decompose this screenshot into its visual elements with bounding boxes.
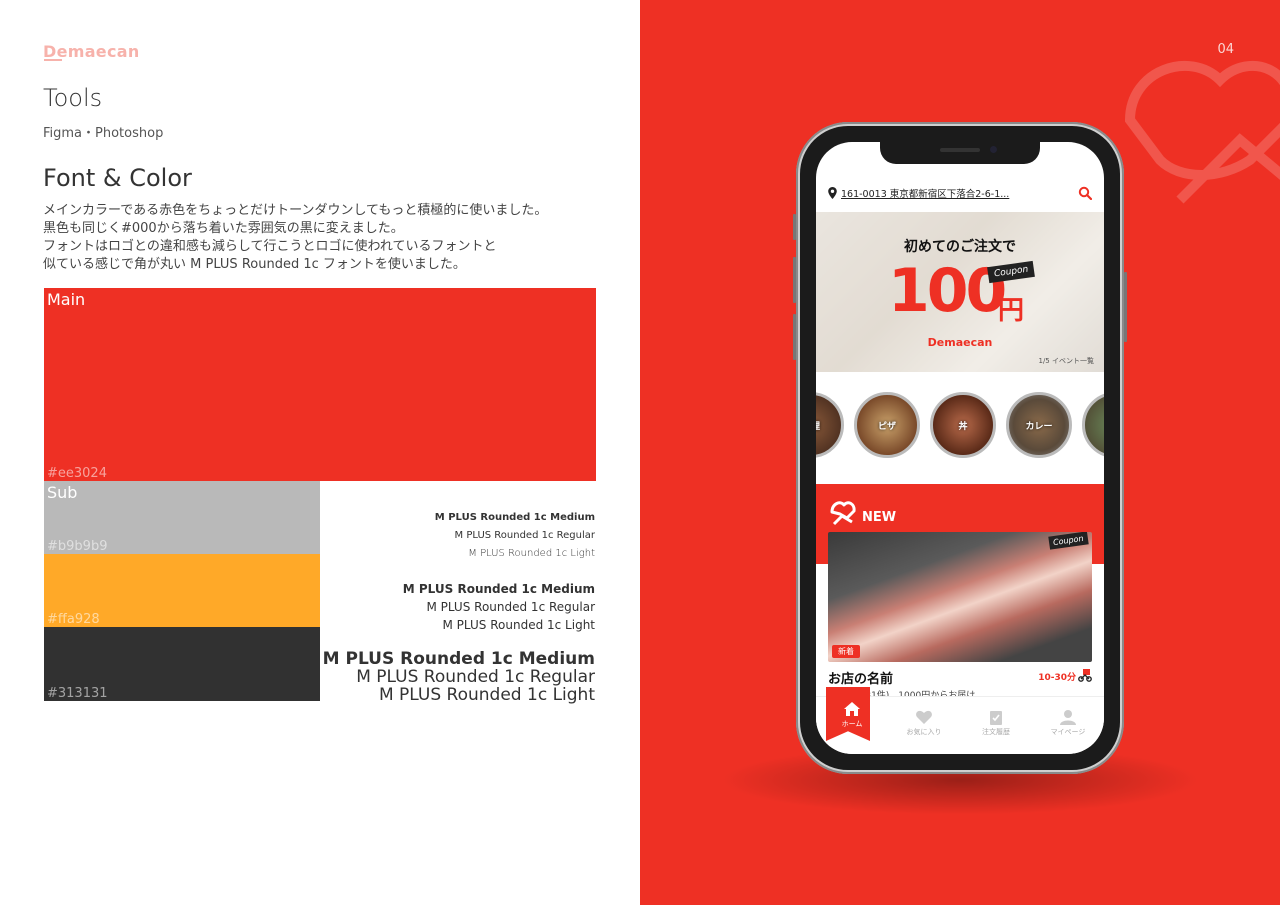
mascot-watermark-icon — [1124, 60, 1280, 204]
font-sample: M PLUS Rounded 1c Medium — [322, 649, 595, 669]
phone-notch — [880, 142, 1040, 164]
banner-title: 初めてのご注文で — [904, 239, 1016, 255]
font-color-heading: Font & Color — [43, 164, 192, 192]
delivery-address[interactable]: 161-0013 東京都新宿区下落合2-6-1... — [828, 186, 1009, 200]
font-sample: M PLUS Rounded 1c Light — [378, 685, 595, 705]
delivery-time: 10-30分 — [1038, 673, 1076, 683]
font-samples-small: M PLUS Rounded 1c Medium M PLUS Rounded … — [435, 509, 595, 563]
clipboard-icon — [990, 711, 1002, 725]
new-arrival-badge: 新着 — [832, 645, 860, 658]
home-icon — [844, 702, 860, 716]
swatch-hex: #313131 — [47, 686, 108, 701]
phone-side-button — [793, 257, 796, 303]
speaker-grille — [940, 148, 980, 152]
font-sample: M PLUS Rounded 1c Medium — [434, 512, 595, 523]
tab-order-history[interactable]: 注文履歴 — [960, 697, 1032, 754]
banner-pagination[interactable]: 1/5 イベント一覧 — [1039, 356, 1095, 366]
category-item[interactable] — [1082, 392, 1104, 458]
description-line: メインカラーである赤色をちょっとだけトーンダウンしてもっと積極的に使いました。 — [43, 203, 548, 218]
font-sample: M PLUS Rounded 1c Medium — [402, 582, 595, 596]
swatch-hex: #ee3024 — [47, 466, 107, 481]
brand-underline — [44, 59, 62, 61]
category-item[interactable]: ピザ — [854, 392, 920, 458]
user-icon — [1060, 710, 1076, 725]
description-line: 黒色も同じく#000から落ち着いた雰囲気の黒に変えました。 — [43, 221, 404, 236]
swatch-label: Main — [47, 290, 86, 309]
font-samples-large: M PLUS Rounded 1c Medium M PLUS Rounded … — [323, 650, 595, 704]
promo-banner[interactable]: 初めてのご注文で 100 円 Coupon Demaecan 1/5 イベント一… — [816, 212, 1104, 372]
category-carousel: 料理 ピザ 丼 カレー — [816, 380, 1104, 470]
delivery-mascot-icon — [830, 501, 856, 526]
banner-currency: 円 — [998, 296, 1025, 326]
description-line: フォントはロゴとの違和感も減らして行こうとロゴに使われているフォントと — [43, 239, 497, 254]
tab-favorites[interactable]: お気に入り — [888, 697, 960, 754]
color-swatch-dark: #313131 — [44, 627, 320, 701]
font-sample: M PLUS Rounded 1c Regular — [454, 530, 595, 541]
swatch-hex: #ffa928 — [47, 612, 100, 627]
heart-icon — [916, 710, 932, 724]
phone-side-button — [793, 214, 796, 240]
font-color-description: メインカラーである赤色をちょっとだけトーンダウンしてもっと積極的に使いました。 … — [43, 202, 603, 274]
bottom-tab-bar: ホーム お気に入り 注文履歴 マイページ — [816, 687, 1104, 754]
color-swatch-sub: Sub #b9b9b9 — [44, 481, 320, 554]
new-label: NEW — [862, 510, 897, 525]
tab-label: お気に入り — [906, 728, 942, 736]
font-samples-medium: M PLUS Rounded 1c Medium M PLUS Rounded … — [403, 580, 595, 634]
coupon-tag: Coupon — [1048, 532, 1089, 550]
shop-name[interactable]: お店の名前 — [828, 668, 893, 687]
scooter-icon — [1078, 669, 1092, 682]
front-camera — [990, 146, 997, 153]
tab-home[interactable]: ホーム — [816, 687, 888, 754]
font-sample: M PLUS Rounded 1c Regular — [356, 667, 595, 687]
swatch-label: Sub — [47, 483, 78, 502]
tab-label: 注文履歴 — [982, 728, 1010, 736]
tab-label: ホーム — [841, 720, 863, 728]
description-line: 似ている感じで角が丸い M PLUS Rounded 1c フォントを使いました… — [43, 257, 466, 272]
font-sample: M PLUS Rounded 1c Light — [442, 618, 595, 632]
tab-my-page[interactable]: マイページ — [1032, 697, 1104, 754]
phone-mockup: 161-0013 東京都新宿区下落合2-6-1... 初めてのご注文で 100 … — [793, 122, 1127, 774]
shop-card-image[interactable]: Coupon 新着 — [828, 532, 1092, 662]
banner-logo: Demaecan — [927, 336, 993, 349]
category-item[interactable]: カレー — [1006, 392, 1072, 458]
location-pin-icon — [828, 187, 837, 199]
address-text: 161-0013 東京都新宿区下落合2-6-1... — [841, 189, 1010, 200]
tab-label: マイページ — [1050, 728, 1086, 736]
tools-list: Figma・Photoshop — [43, 126, 164, 141]
left-panel: Demaecan Tools Figma・Photoshop Font & Co… — [0, 0, 640, 905]
swatch-hex: #b9b9b9 — [47, 539, 108, 554]
font-sample: M PLUS Rounded 1c Light — [468, 548, 595, 559]
color-swatch-orange: #ffa928 — [44, 554, 320, 627]
phone-side-button — [1124, 272, 1127, 342]
font-sample: M PLUS Rounded 1c Regular — [426, 600, 595, 614]
phone-side-button — [793, 314, 796, 360]
app-screen: 161-0013 東京都新宿区下落合2-6-1... 初めてのご注文で 100 … — [816, 142, 1104, 754]
category-item[interactable]: 丼 — [930, 392, 996, 458]
search-icon[interactable] — [1078, 186, 1092, 200]
color-swatch-main: Main #ee3024 — [44, 288, 596, 481]
tools-heading: Tools — [43, 84, 103, 112]
category-item[interactable]: 料理 — [816, 392, 844, 458]
